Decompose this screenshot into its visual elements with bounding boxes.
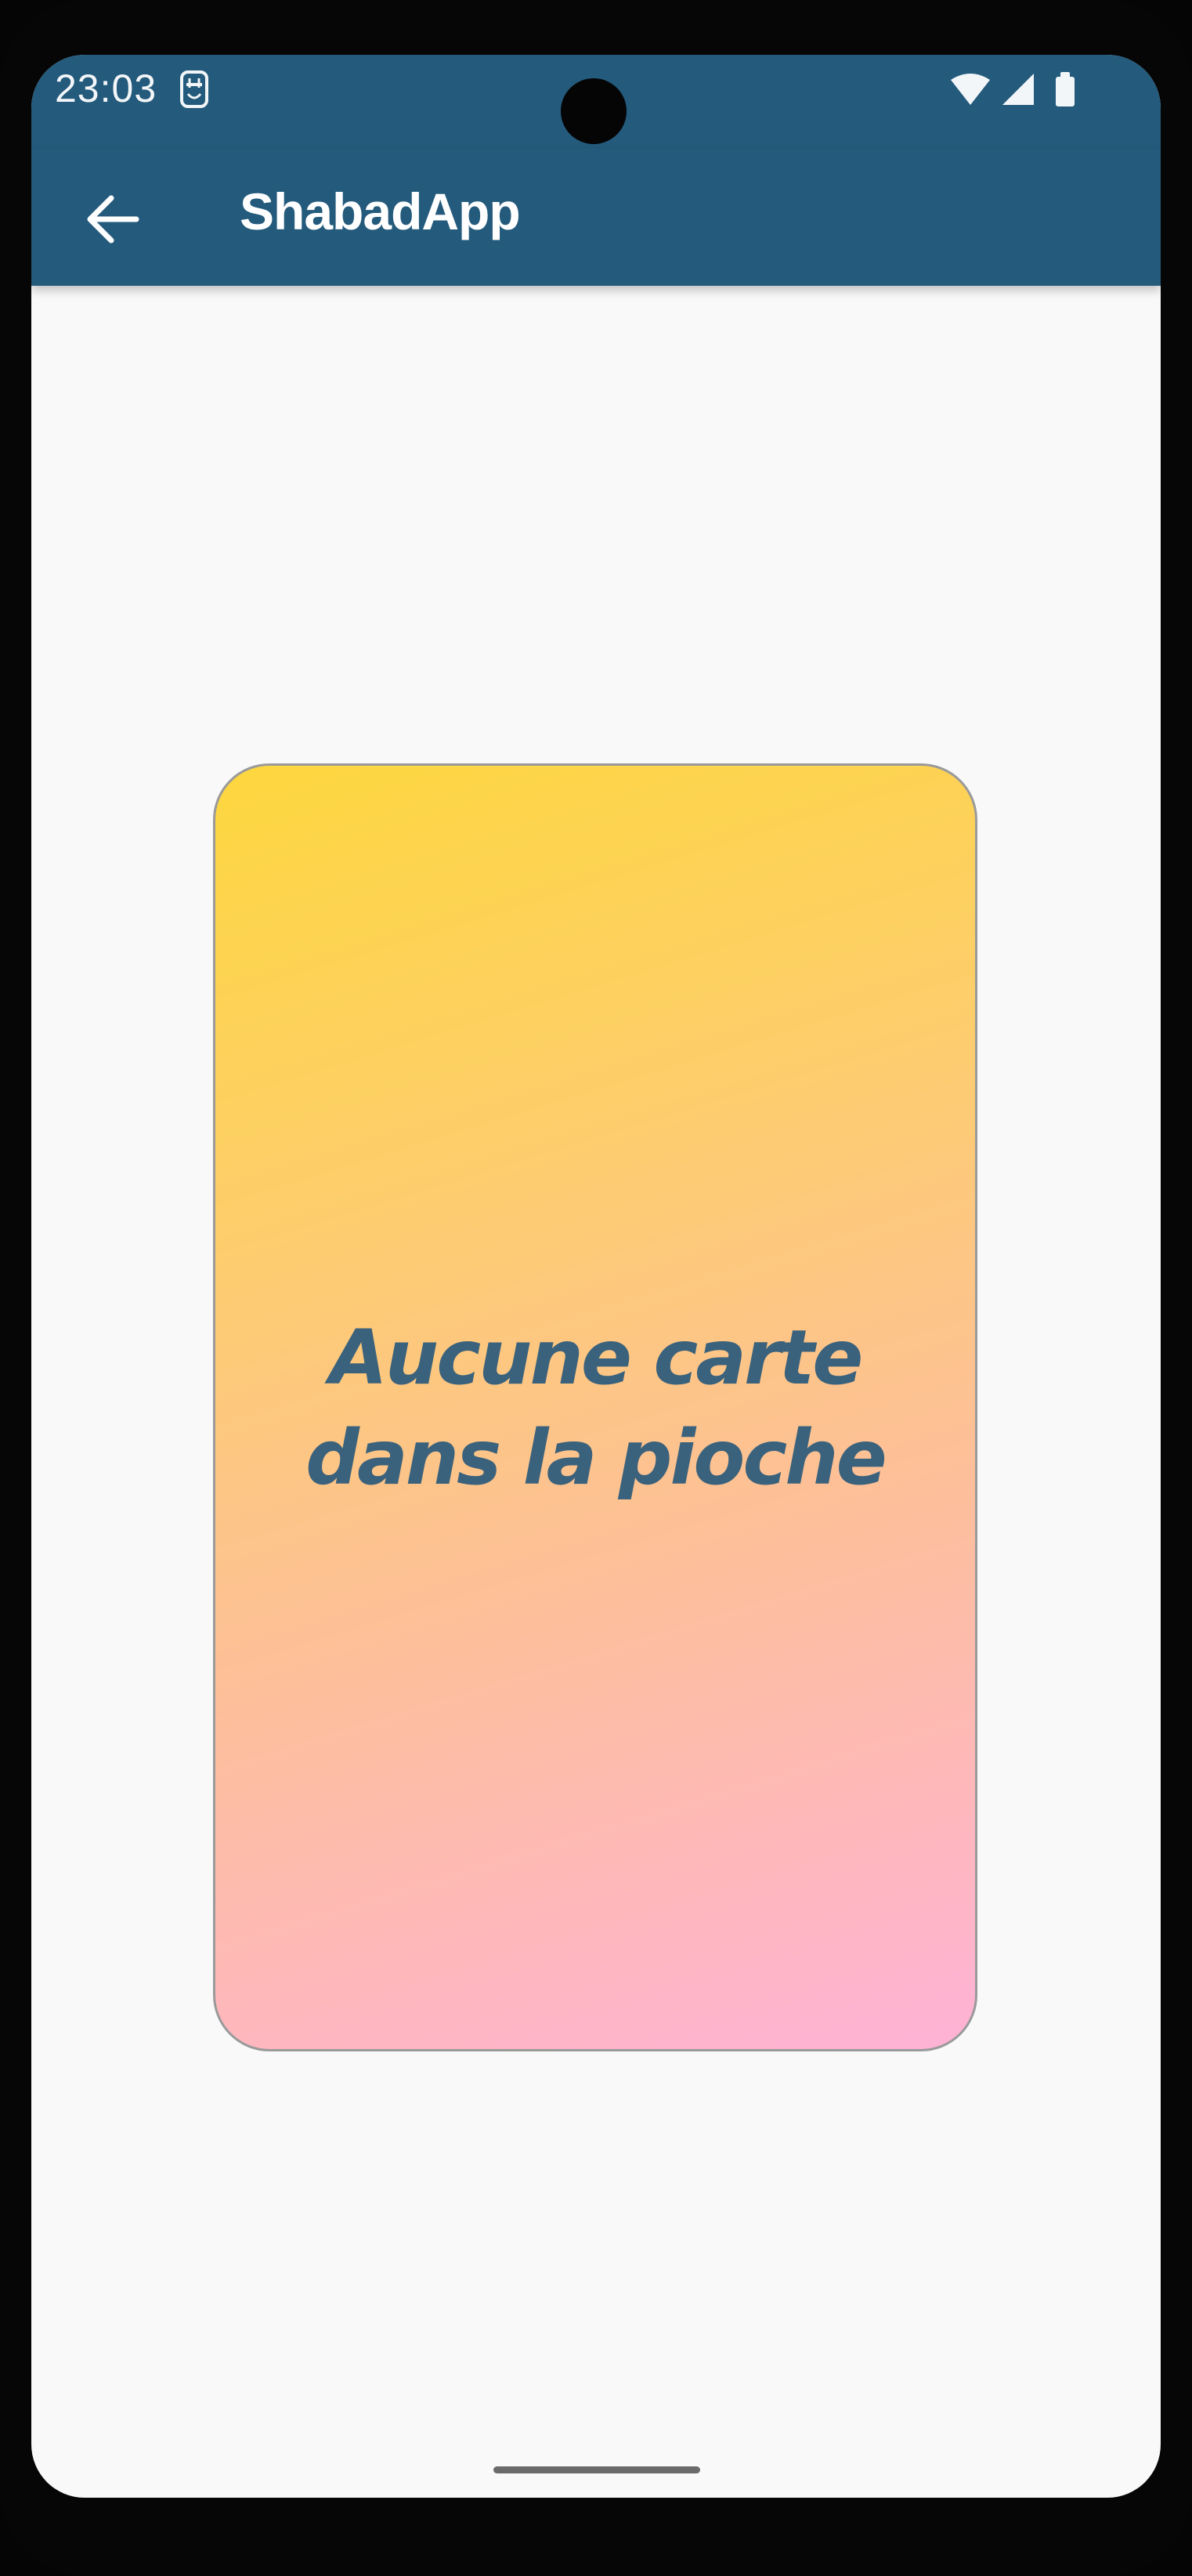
- home-indicator[interactable]: [493, 2466, 700, 2473]
- cell-signal-icon: [1002, 74, 1034, 105]
- status-icons: [949, 70, 1098, 117]
- camera-cutout: [561, 78, 627, 144]
- sim-card-alert-icon: [177, 69, 211, 110]
- device-frame: 23:03 ShabadApp Aucune carte dans la pio…: [0, 0, 1192, 2576]
- deck-card[interactable]: Aucune carte dans la pioche: [213, 763, 977, 2051]
- back-button[interactable]: [78, 184, 149, 254]
- battery-icon: [1056, 72, 1075, 106]
- arrow-back-icon: [87, 195, 139, 244]
- empty-deck-message: Aucune carte dans la pioche: [305, 1313, 887, 1502]
- screen: 23:03 ShabadApp Aucune carte dans la pio…: [31, 55, 1161, 2498]
- app-bar: ShabadApp: [31, 149, 1161, 286]
- status-time: 23:03: [55, 67, 157, 110]
- status-bar: 23:03: [31, 55, 1161, 149]
- app-title: ShabadApp: [240, 182, 521, 240]
- wifi-icon: [951, 74, 990, 105]
